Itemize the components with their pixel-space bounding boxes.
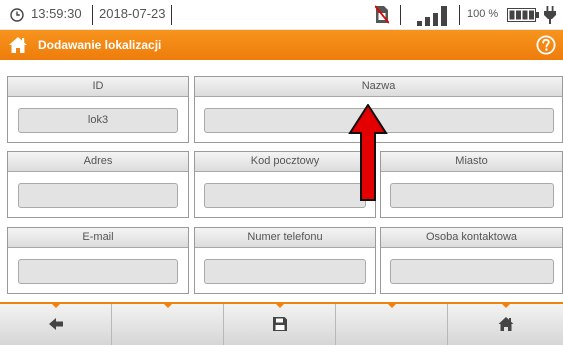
numer-telefonu-group: Numer telefonu — [194, 227, 376, 294]
plug-icon — [544, 6, 556, 24]
status-divider — [92, 5, 93, 25]
status-bar: 13:59:30 2018-07-23 100 % — [0, 0, 563, 30]
adres-field[interactable] — [18, 183, 178, 208]
annotation-arrow — [348, 104, 388, 201]
miasto-field[interactable] — [390, 183, 554, 208]
status-divider — [171, 5, 172, 25]
kod-pocztowy-field[interactable] — [204, 183, 366, 208]
save-icon — [272, 317, 287, 331]
email-label: E-mail — [8, 228, 188, 248]
numer-telefonu-field[interactable] — [204, 259, 366, 284]
email-group: E-mail — [7, 227, 189, 294]
status-date: 2018-07-23 — [99, 6, 166, 21]
adres-group: Adres — [7, 151, 189, 218]
numer-telefonu-label: Numer telefonu — [195, 228, 375, 248]
home-icon[interactable] — [8, 36, 28, 54]
home-button[interactable] — [448, 303, 563, 345]
battery-percent: 100 % — [467, 8, 499, 20]
miasto-group: Miasto — [380, 151, 563, 218]
signal-icon — [417, 6, 447, 26]
toolbar-button-4[interactable] — [336, 303, 448, 345]
help-icon[interactable] — [536, 35, 556, 55]
title-bar: Dodawanie lokalizacji — [0, 30, 563, 60]
id-group: ID lok3 — [7, 76, 189, 143]
status-time: 13:59:30 — [31, 6, 82, 21]
id-label: ID — [8, 77, 188, 97]
osoba-kontaktowa-field[interactable] — [390, 259, 554, 284]
bottom-toolbar — [0, 302, 563, 345]
osoba-kontaktowa-label: Osoba kontaktowa — [381, 228, 562, 248]
no-sim-icon — [375, 5, 389, 24]
home-icon — [498, 317, 513, 331]
osoba-kontaktowa-group: Osoba kontaktowa — [380, 227, 563, 294]
miasto-label: Miasto — [381, 152, 562, 172]
clock-icon — [10, 8, 24, 22]
adres-label: Adres — [8, 152, 188, 172]
battery-icon — [507, 8, 539, 22]
back-arrow-icon — [48, 318, 63, 330]
email-field[interactable] — [18, 259, 178, 284]
back-button[interactable] — [0, 303, 112, 345]
nazwa-label: Nazwa — [195, 77, 562, 97]
toolbar-button-2[interactable] — [112, 303, 224, 345]
save-button[interactable] — [224, 303, 336, 345]
page-title: Dodawanie lokalizacji — [38, 38, 162, 52]
status-divider — [459, 5, 460, 25]
status-divider — [400, 5, 401, 25]
id-field[interactable]: lok3 — [18, 108, 178, 133]
